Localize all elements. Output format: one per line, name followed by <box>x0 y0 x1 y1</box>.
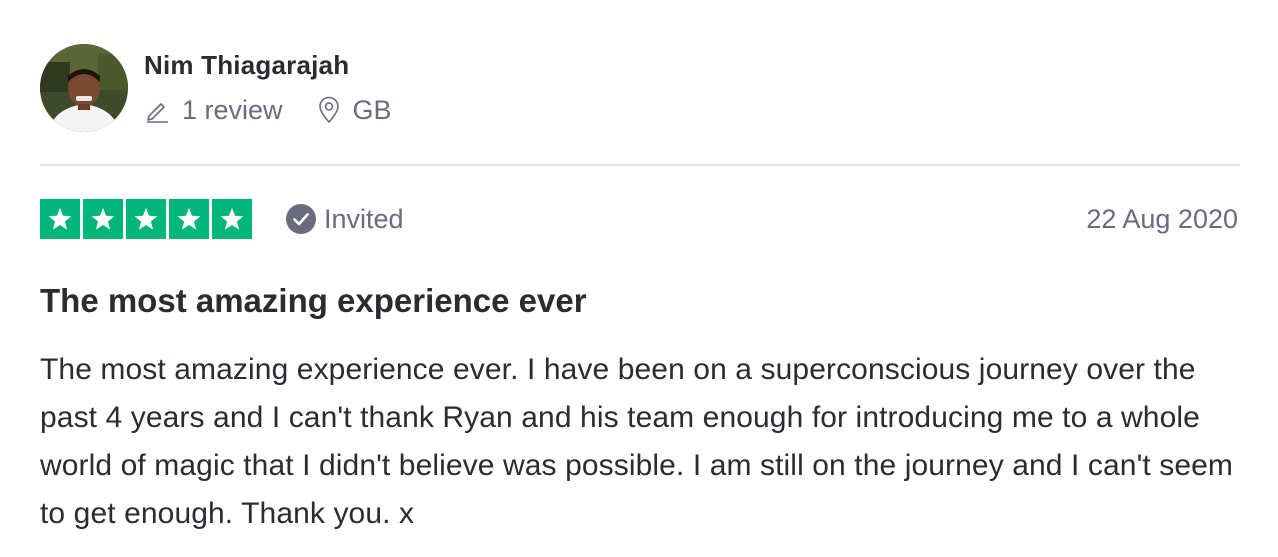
review-count-label: 1 review <box>182 95 283 125</box>
star-icon <box>169 199 209 239</box>
review-date: 22 Aug 2020 <box>1086 203 1238 234</box>
star-icon <box>212 199 252 239</box>
country-label: GB <box>352 95 392 125</box>
review-count: 1 review <box>144 94 283 126</box>
invited-label: Invited <box>324 203 404 234</box>
review-body: The most amazing experience ever. I have… <box>40 353 1234 530</box>
check-circle-icon <box>285 203 317 235</box>
reviewer-meta: 1 review GB <box>144 94 392 126</box>
star-icon <box>40 199 80 239</box>
invited-badge[interactable]: Invited <box>285 203 404 235</box>
avatar-image <box>40 44 128 132</box>
avatar[interactable] <box>40 44 128 132</box>
review-title[interactable]: The most amazing experience ever <box>40 280 587 322</box>
star-icon <box>83 199 123 239</box>
reviewer-name[interactable]: Nim Thiagarajah <box>144 48 392 82</box>
star-rating <box>40 199 252 239</box>
location-pin-icon <box>317 96 341 124</box>
star-icon <box>126 199 166 239</box>
rating-row: Invited 22 Aug 2020 <box>40 198 1238 240</box>
pencil-icon <box>144 97 170 123</box>
reviewer-country: GB <box>317 94 392 126</box>
divider <box>40 164 1240 166</box>
reviewer-header: Nim Thiagarajah 1 review GB <box>40 44 392 132</box>
